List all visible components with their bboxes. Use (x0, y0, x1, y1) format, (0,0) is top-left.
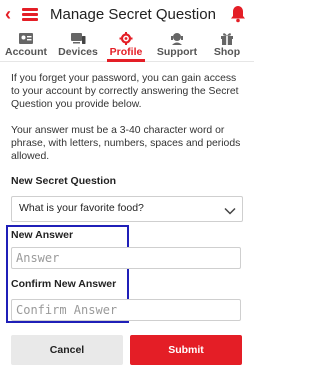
selected-question: What is your favorite food? (19, 202, 144, 214)
new-answer-label: New Answer (11, 229, 74, 241)
cancel-button[interactable]: Cancel (11, 335, 123, 365)
requirements-paragraph: Your answer must be a 3-40 character wor… (11, 125, 241, 162)
tab-label: Shop (213, 46, 241, 58)
devices-icon (70, 32, 86, 45)
bell-icon[interactable] (230, 5, 246, 23)
secret-question-select[interactable]: What is your favorite food? (11, 196, 243, 222)
tab-devices[interactable]: Devices (56, 30, 100, 61)
tab-support[interactable]: Support (156, 30, 198, 61)
app-header: ‹ Manage Secret Question (0, 0, 254, 30)
tab-label: Profile (109, 46, 143, 58)
tab-bar: Account Devices Profile Support Shop (0, 30, 254, 62)
tab-account[interactable]: Account (4, 30, 48, 61)
secret-question-label: New Secret Question (11, 175, 117, 187)
confirm-answer-input[interactable] (11, 299, 241, 321)
chevron-down-icon (224, 203, 236, 215)
tab-label: Devices (58, 46, 98, 58)
new-answer-input[interactable] (11, 247, 241, 269)
profile-icon (118, 32, 134, 45)
page-title: Manage Secret Question (50, 6, 216, 23)
account-icon (18, 32, 34, 45)
tab-shop[interactable]: Shop (210, 30, 244, 61)
tab-label: Account (5, 46, 47, 58)
info-paragraph: If you forget your password, you can gai… (11, 73, 239, 110)
back-icon[interactable]: ‹ (5, 4, 19, 24)
menu-icon[interactable] (22, 8, 38, 21)
tab-label: Support (156, 46, 198, 58)
support-icon (169, 32, 185, 45)
tab-profile[interactable]: Profile (107, 30, 145, 62)
submit-button[interactable]: Submit (130, 335, 242, 365)
gift-icon (219, 32, 235, 45)
confirm-answer-label: Confirm New Answer (11, 278, 117, 290)
